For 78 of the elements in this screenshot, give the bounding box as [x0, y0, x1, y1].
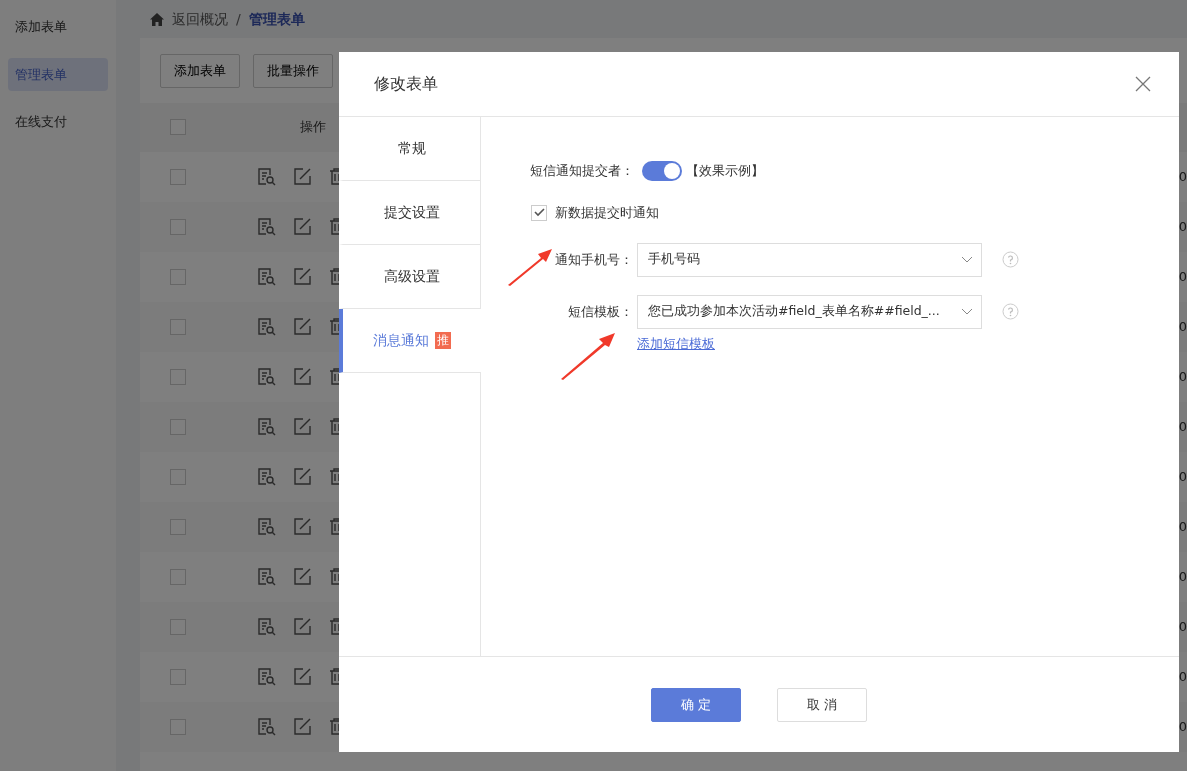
toggle-switch[interactable] — [642, 161, 682, 181]
view-icon[interactable] — [258, 517, 276, 536]
checkbox[interactable] — [170, 668, 186, 685]
dialog-tab[interactable]: 消息通知 推 — [339, 309, 481, 373]
view-icon[interactable] — [258, 467, 276, 486]
toolbar-button[interactable]: 批量操作 — [253, 54, 333, 88]
view-icon[interactable] — [258, 217, 276, 236]
table-cell-text: 0 — [1178, 317, 1187, 336]
edit-icon[interactable] — [294, 717, 311, 735]
view-icon[interactable] — [258, 367, 276, 386]
sidebar-item[interactable]: 添加表单 — [8, 10, 108, 44]
breadcrumb-current: 管理表单 — [248, 9, 305, 29]
view-icon[interactable] — [258, 567, 276, 586]
checkbox[interactable] — [170, 368, 186, 385]
checkbox[interactable] — [170, 618, 186, 635]
table-cell-text: 0 — [1178, 467, 1187, 486]
checkbox[interactable] — [170, 318, 186, 335]
edit-icon[interactable] — [294, 367, 311, 385]
annotation-arrow — [560, 332, 615, 380]
table-cell-text: 0 — [1178, 417, 1187, 436]
cancel-button[interactable]: 取 消 — [777, 687, 867, 722]
table-cell-text: 0 — [1178, 517, 1187, 536]
view-icon[interactable] — [258, 667, 276, 686]
checkbox[interactable] — [170, 119, 186, 135]
checkbox[interactable] — [170, 418, 186, 435]
home-icon[interactable] — [150, 12, 164, 26]
checkbox[interactable] — [170, 218, 186, 235]
checkbox[interactable] — [170, 268, 186, 285]
dialog-title: 修改表单 — [374, 73, 438, 95]
checkbox[interactable] — [170, 468, 186, 485]
phone-select[interactable]: 手机号码 — [637, 242, 982, 277]
edit-icon[interactable] — [294, 467, 311, 485]
table-cell-text: 0 — [1178, 217, 1187, 236]
edit-icon[interactable] — [294, 567, 311, 585]
checkbox[interactable] — [170, 518, 186, 535]
table-cell-text: 0 — [1178, 167, 1187, 186]
table-cell-text: 0 — [1178, 267, 1187, 286]
table-cell-text: 0 — [1178, 717, 1187, 736]
view-icon[interactable] — [258, 717, 276, 736]
recommend-badge: 推 — [435, 332, 451, 349]
field-label: 短信模板： — [568, 302, 633, 321]
view-icon[interactable] — [258, 617, 276, 636]
view-icon[interactable] — [258, 267, 276, 286]
template-select[interactable]: 您已成功参加本次活动#field_表单名称##field_... — [637, 294, 982, 329]
edit-icon[interactable] — [294, 317, 311, 335]
close-icon[interactable] — [1135, 76, 1151, 92]
edit-icon[interactable] — [294, 667, 311, 685]
view-icon[interactable] — [258, 417, 276, 436]
column-header: 操作 — [300, 118, 326, 137]
edit-icon[interactable] — [294, 167, 311, 185]
checkbox[interactable] — [170, 168, 186, 185]
view-icon[interactable] — [258, 317, 276, 336]
edit-icon[interactable] — [294, 217, 311, 235]
confirm-button[interactable]: 确 定 — [651, 687, 741, 722]
annotation-arrow — [507, 248, 552, 286]
sidebar-item[interactable]: 在线支付 — [8, 105, 108, 139]
checkbox[interactable] — [170, 568, 186, 585]
edit-icon[interactable] — [294, 617, 311, 635]
checkbox-label: 新数据提交时通知 — [555, 204, 659, 222]
edit-icon[interactable] — [294, 417, 311, 435]
field-label: 短信通知提交者： — [530, 162, 634, 181]
breadcrumb-link[interactable]: 返回概况 — [172, 8, 228, 30]
table-cell-text: 0 — [1178, 667, 1187, 686]
example-link[interactable]: 【效果示例】 — [686, 161, 764, 181]
field-label: 通知手机号： — [555, 250, 633, 269]
table-cell-text: 0 — [1178, 567, 1187, 586]
edit-icon[interactable] — [294, 517, 311, 535]
table-cell-text: 0 — [1178, 367, 1187, 386]
caret-icon[interactable] — [961, 308, 973, 315]
caret-icon[interactable] — [961, 256, 973, 263]
breadcrumb-separator: / — [236, 9, 241, 29]
checkbox[interactable] — [531, 204, 547, 221]
view-icon[interactable] — [258, 167, 276, 186]
checkbox[interactable] — [170, 718, 186, 735]
table-cell-text: 0 — [1178, 617, 1187, 636]
add-template-link[interactable]: 添加短信模板 — [637, 333, 715, 353]
toolbar-button[interactable]: 添加表单 — [160, 54, 240, 88]
edit-icon[interactable] — [294, 267, 311, 285]
